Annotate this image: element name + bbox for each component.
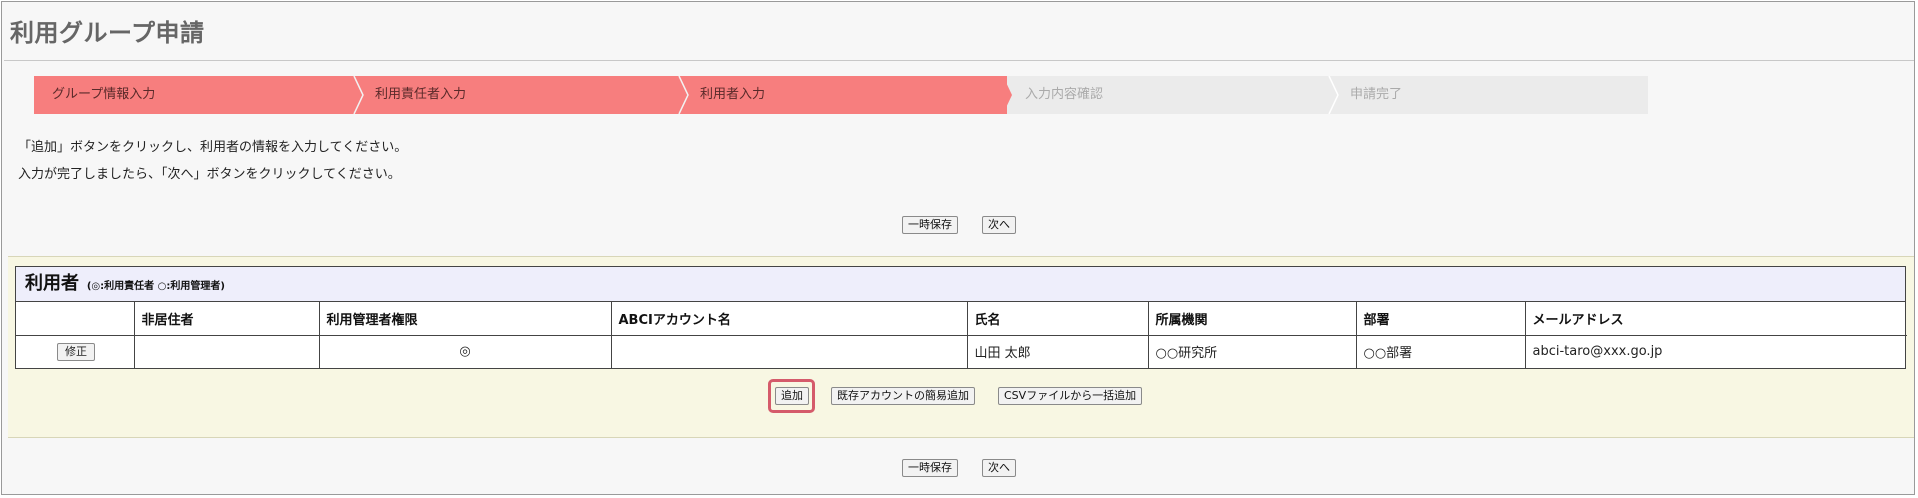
add-user-button[interactable]: 追加 <box>775 387 809 405</box>
edit-button[interactable]: 修正 <box>57 342 95 361</box>
column-header-admin-privilege: 利用管理者権限 <box>319 302 612 336</box>
next-button-top[interactable]: 次へ <box>982 216 1016 234</box>
users-table-container: 利用者 (◎:利用責任者 ○:利用管理者) 非居住者 利用管理者権限 ABCIア… <box>15 266 1907 369</box>
name-cell: 山田 太郎 <box>967 335 1149 368</box>
column-header-action <box>16 302 135 336</box>
column-header-organization: 所属機関 <box>1148 302 1357 336</box>
abci-account-cell <box>611 335 968 368</box>
progress-steps: グループ情報入力 利用責任者入力 利用者入力 入力内容確認 申請完了 <box>34 76 1648 114</box>
email-cell: abci-taro@xxx.go.jp <box>1532 344 1663 360</box>
step-users: 利用者入力 <box>682 76 1012 114</box>
instruction-line-1: 「追加」ボタンをクリックし、利用者の情報を入力してください。 <box>18 140 408 155</box>
users-table: 非居住者 利用管理者権限 ABCIアカウント名 氏名 所属機関 部署 メールアド… <box>16 302 1907 368</box>
step-complete: 申請完了 <box>1332 76 1648 114</box>
step-label: 入力内容確認 <box>1025 87 1104 102</box>
page-frame: 利用グループ申請 グループ情報入力 利用責任者入力 利用者入力 入力内容確認 申… <box>1 1 1915 495</box>
organization-cell: ○○研究所 <box>1148 335 1357 368</box>
step-responsible-person: 利用責任者入力 <box>357 76 689 114</box>
column-header-email: メールアドレス <box>1525 302 1907 336</box>
table-row: 修正 ◎ 山田 太郎 ○○研究所 ○○部署 abci-taro@xxx.go.j… <box>16 335 1907 368</box>
step-separator-icon <box>1328 76 1339 114</box>
column-header-name: 氏名 <box>967 302 1149 336</box>
temp-save-button-bottom[interactable]: 一時保存 <box>902 459 958 477</box>
csv-bulk-add-button[interactable]: CSVファイルから一括追加 <box>998 387 1143 405</box>
title-divider <box>4 60 1914 61</box>
non-resident-cell <box>134 335 320 368</box>
column-header-department: 部署 <box>1356 302 1526 336</box>
column-header-non-resident: 非居住者 <box>134 302 320 336</box>
step-separator-icon <box>353 76 364 114</box>
instruction-line-2: 入力が完了しましたら、「次へ」ボタンをクリックしてください。 <box>18 167 401 182</box>
table-header-row: 非居住者 利用管理者権限 ABCIアカウント名 氏名 所属機関 部署 メールアド… <box>16 302 1907 336</box>
step-label: 利用者入力 <box>700 87 766 102</box>
edit-cell: 修正 <box>16 335 135 368</box>
users-section-title: 利用者 <box>25 273 79 294</box>
users-table-caption: 利用者 (◎:利用責任者 ○:利用管理者) <box>16 267 1905 302</box>
temp-save-button-top[interactable]: 一時保存 <box>902 216 958 234</box>
step-label: 利用責任者入力 <box>375 87 467 102</box>
department-cell: ○○部署 <box>1356 335 1526 368</box>
page-title: 利用グループ申請 <box>10 19 205 47</box>
step-group-info: グループ情報入力 <box>34 76 364 114</box>
step-separator-icon <box>678 76 689 114</box>
column-header-abci-account: ABCIアカウント名 <box>611 302 968 336</box>
step-label: 申請完了 <box>1350 87 1403 102</box>
admin-privilege-cell: ◎ <box>319 335 612 368</box>
users-legend: (◎:利用責任者 ○:利用管理者) <box>86 281 225 292</box>
step-label: グループ情報入力 <box>52 87 156 102</box>
step-arrow-icon <box>1003 76 1012 114</box>
next-button-bottom[interactable]: 次へ <box>982 459 1016 477</box>
quick-add-existing-account-button[interactable]: 既存アカウントの簡易追加 <box>831 387 975 405</box>
step-confirm: 入力内容確認 <box>1007 76 1339 114</box>
